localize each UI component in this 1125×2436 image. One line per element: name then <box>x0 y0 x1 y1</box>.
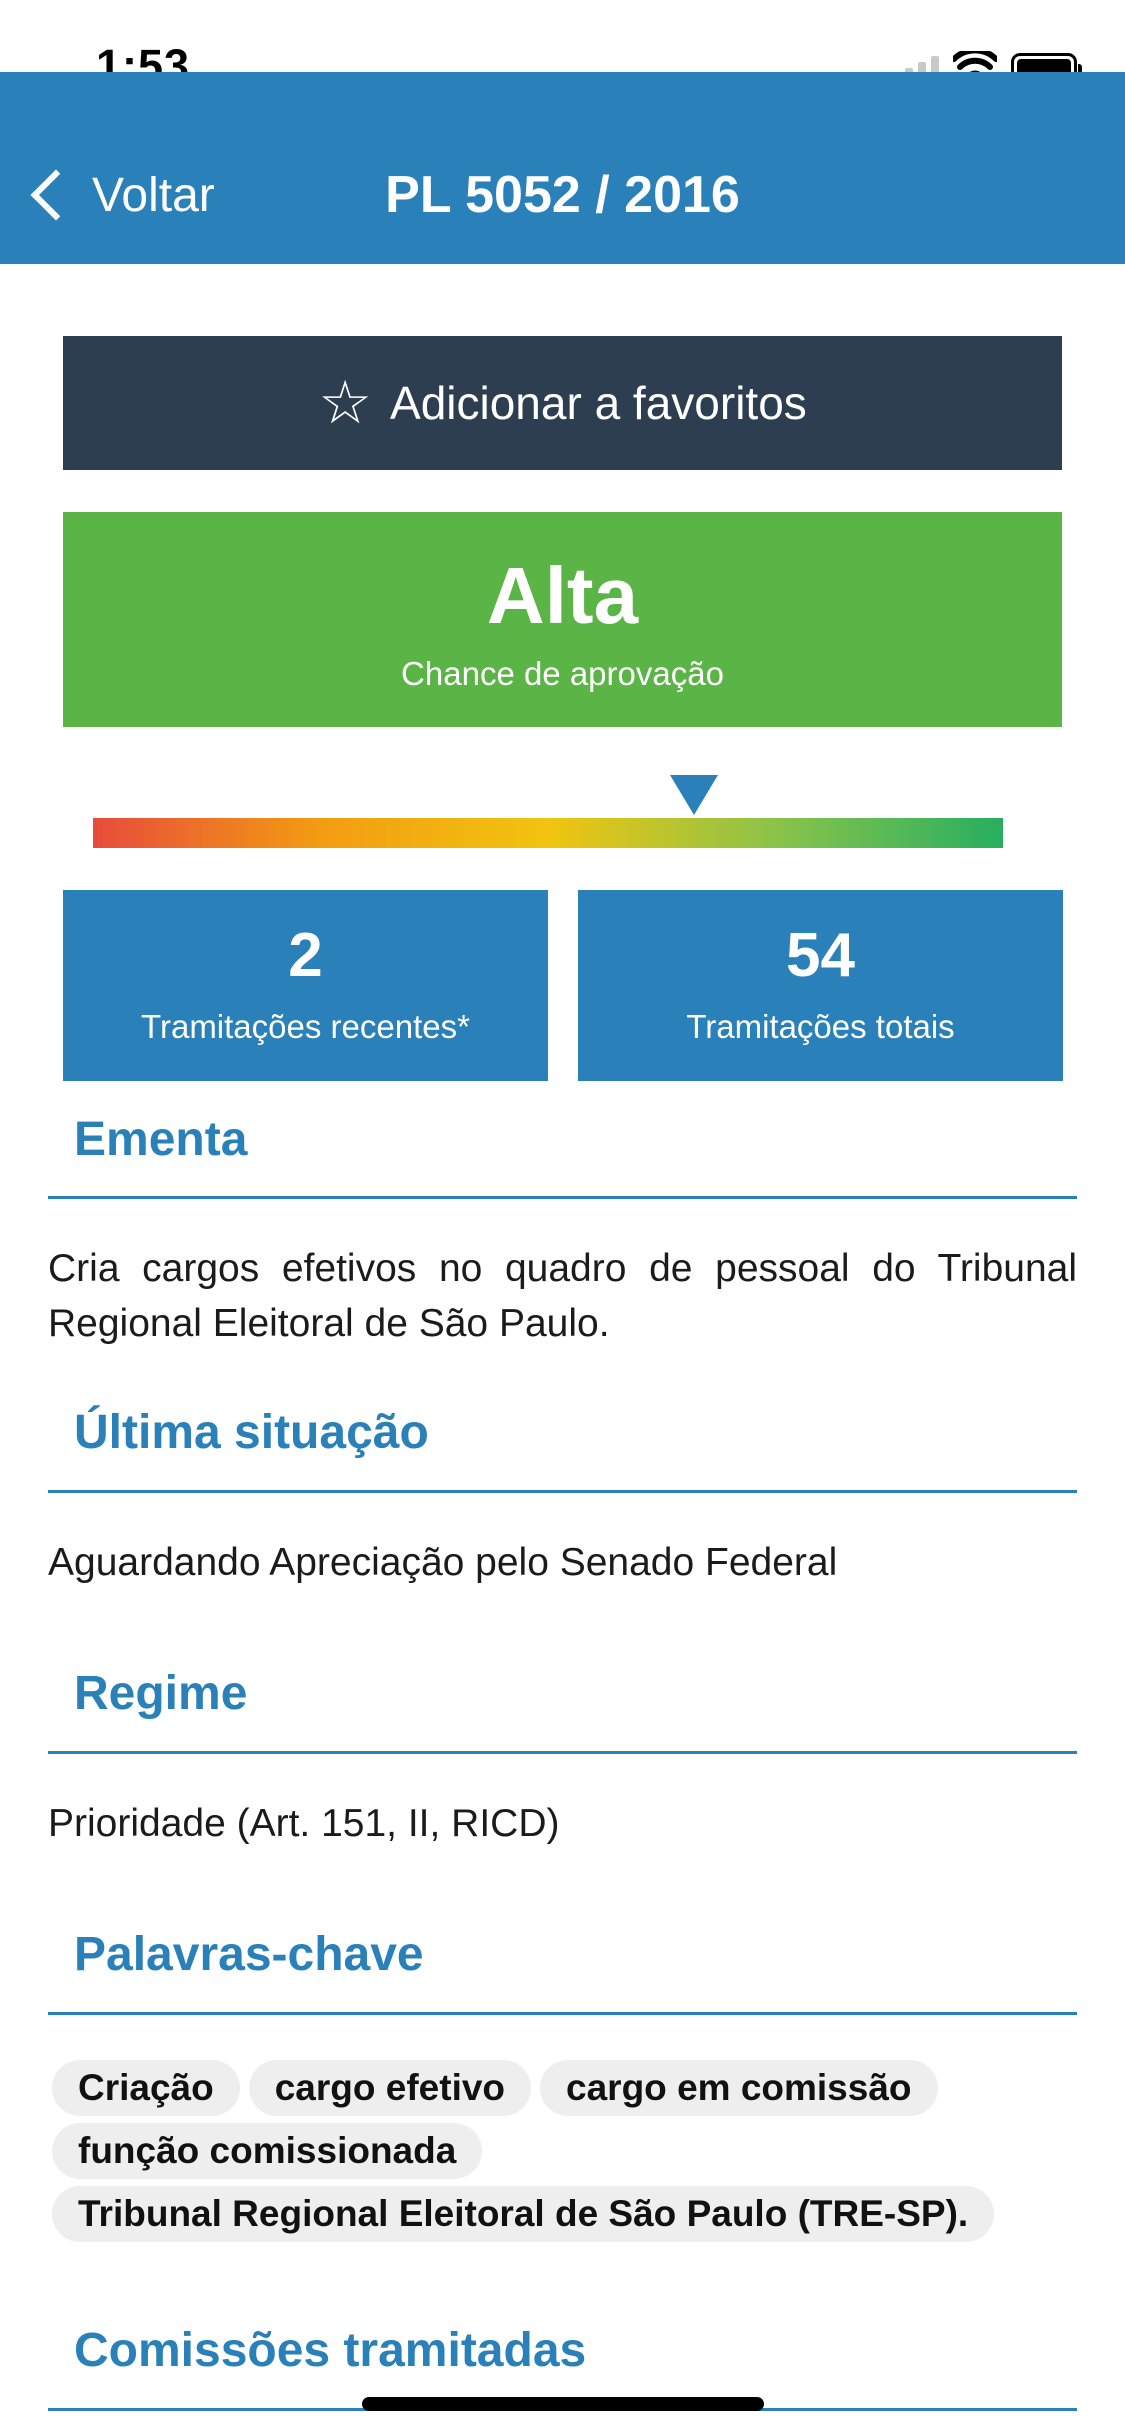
ultima-situacao-text: Aguardando Apreciação pelo Senado Federa… <box>48 1541 838 1584</box>
keyword-tag[interactable]: função comissionada <box>52 2123 483 2179</box>
approval-chance-value: Alta <box>486 551 639 640</box>
home-indicator <box>362 2397 764 2411</box>
stat-value: 2 <box>288 921 323 990</box>
section-title-regime: Regime <box>74 1667 248 1720</box>
gauge-marker-triangle-icon <box>669 775 718 815</box>
section-title-comissoes-tramitadas: Comissões tramitadas <box>74 2324 587 2377</box>
tag-row: Criação cargo efetivo cargo em comissão <box>52 2060 1072 2116</box>
page-title: PL 5052 / 2016 <box>385 166 740 224</box>
status-bar: 1:53 <box>0 0 1125 91</box>
keyword-tag[interactable]: Criação <box>52 2060 240 2116</box>
approval-chance-card: Alta Chance de aprovação <box>63 512 1062 727</box>
section-divider <box>48 1490 1077 1493</box>
stat-total-procedures: 54 Tramitações totais <box>578 890 1063 1081</box>
navigation-bar: Voltar PL 5052 / 2016 <box>0 72 1125 264</box>
keyword-tag[interactable]: cargo efetivo <box>248 2060 532 2116</box>
section-title-palavras-chave: Palavras-chave <box>74 1928 424 1981</box>
section-divider <box>48 1196 1077 1199</box>
stat-recent-procedures: 2 Tramitações recentes* <box>63 890 548 1081</box>
stat-label: Tramitações totais <box>686 1008 955 1045</box>
approval-chance-caption: Chance de aprovação <box>401 655 724 692</box>
keyword-tag[interactable]: Tribunal Regional Eleitoral de São Paulo… <box>52 2186 995 2242</box>
add-to-favorites-label: Adicionar a favoritos <box>390 377 807 429</box>
add-to-favorites-button[interactable]: ☆ Adicionar a favoritos <box>63 336 1062 470</box>
tag-row: função comissionada <box>52 2123 1072 2179</box>
ementa-text: Cria cargos efetivos no quadro de pessoa… <box>48 1247 1077 1345</box>
keyword-tags: Criação cargo efetivo cargo em comissão … <box>52 2060 1072 2249</box>
stat-value: 54 <box>786 921 855 990</box>
stat-label: Tramitações recentes* <box>141 1008 470 1045</box>
approval-gauge-bar <box>93 818 1003 848</box>
section-divider <box>48 1751 1077 1754</box>
section-title-ultima-situacao: Última situação <box>74 1406 429 1459</box>
tag-row: Tribunal Regional Eleitoral de São Paulo… <box>52 2186 1072 2242</box>
star-outline-icon: ☆ <box>318 369 373 436</box>
keyword-tag[interactable]: cargo em comissão <box>540 2060 938 2116</box>
section-divider <box>48 2012 1077 2015</box>
regime-text: Prioridade (Art. 151, II, RICD) <box>48 1802 560 1845</box>
section-title-ementa: Ementa <box>74 1113 248 1166</box>
